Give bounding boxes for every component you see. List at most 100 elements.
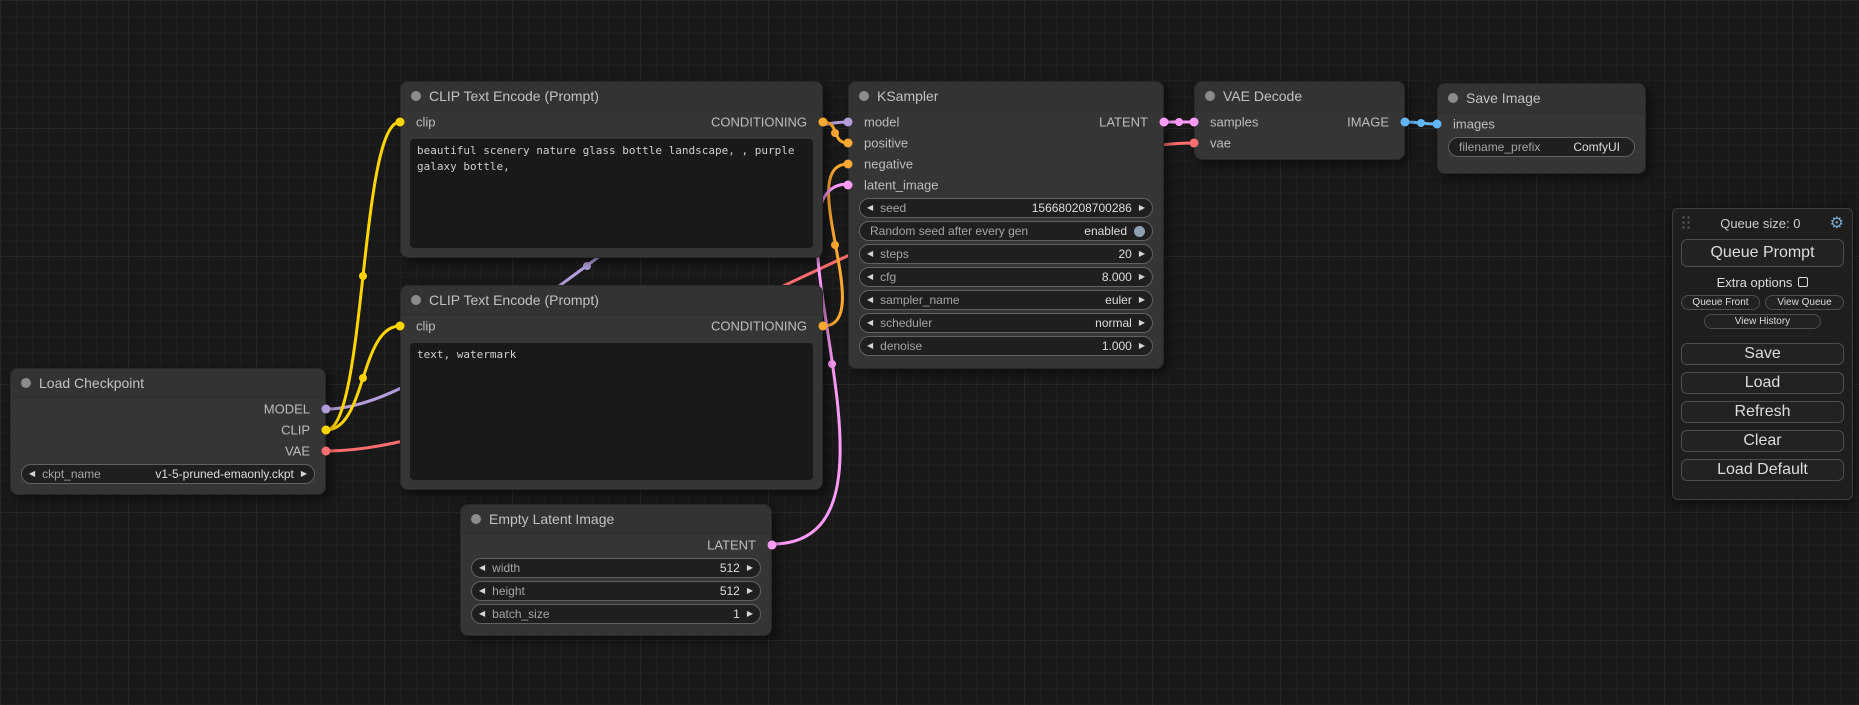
decrement-arrow-icon[interactable]: ◀ [867, 342, 873, 350]
view-history-button[interactable]: View History [1704, 314, 1821, 329]
positive-input-port[interactable] [844, 138, 853, 147]
input-label: clip [416, 114, 436, 129]
increment-arrow-icon[interactable]: ▶ [1139, 204, 1145, 212]
widget-name: width [492, 561, 520, 575]
vae-input-port[interactable] [1190, 138, 1199, 147]
decrement-arrow-icon[interactable]: ◀ [29, 470, 35, 478]
negative-prompt-textarea[interactable]: text, watermark [410, 343, 813, 480]
decrement-arrow-icon[interactable]: ◀ [479, 564, 485, 572]
widget-scheduler[interactable]: ◀ scheduler normal ▶ [859, 313, 1153, 333]
decrement-arrow-icon[interactable]: ◀ [479, 610, 485, 618]
node-clip-text-encode-positive[interactable]: CLIP Text Encode (Prompt) clip CONDITION… [400, 81, 823, 258]
widget-width[interactable]: ◀ width 512 ▶ [471, 558, 761, 578]
input-label: model [864, 114, 899, 129]
node-title-bar[interactable]: CLIP Text Encode (Prompt) [401, 286, 822, 315]
widget-name: scheduler [880, 316, 932, 330]
queue-prompt-button[interactable]: Queue Prompt [1681, 239, 1844, 267]
node-graph-canvas[interactable]: Load Checkpoint MODEL CLIP VAE ◀ ckpt_na… [0, 0, 1859, 705]
increment-arrow-icon[interactable]: ▶ [747, 587, 753, 595]
node-title-bar[interactable]: CLIP Text Encode (Prompt) [401, 82, 822, 111]
latent-image-input-port[interactable] [844, 180, 853, 189]
node-clip-text-encode-negative[interactable]: CLIP Text Encode (Prompt) clip CONDITION… [400, 285, 823, 490]
collapse-dot[interactable] [21, 378, 31, 388]
increment-arrow-icon[interactable]: ▶ [301, 470, 307, 478]
collapse-dot[interactable] [471, 514, 481, 524]
drag-handle-icon[interactable] [1681, 215, 1691, 231]
clear-button[interactable]: Clear [1681, 430, 1844, 452]
decrement-arrow-icon[interactable]: ◀ [867, 273, 873, 281]
collapse-dot[interactable] [411, 295, 421, 305]
collapse-dot[interactable] [859, 91, 869, 101]
increment-arrow-icon[interactable]: ▶ [1139, 319, 1145, 327]
settings-gear-icon[interactable]: ⚙ [1830, 213, 1844, 233]
decrement-arrow-icon[interactable]: ◀ [867, 319, 873, 327]
widget-ckpt-name[interactable]: ◀ ckpt_name v1-5-pruned-emaonly.ckpt ▶ [21, 464, 315, 484]
widget-value: 1.000 [1102, 339, 1132, 353]
latent-output-port[interactable] [1160, 117, 1169, 126]
node-empty-latent-image[interactable]: Empty Latent Image LATENT ◀ width 512 ▶ … [460, 504, 772, 636]
widget-control-after-generate[interactable]: Random seed after every gen enabled [859, 221, 1153, 241]
widget-cfg[interactable]: ◀ cfg 8.000 ▶ [859, 267, 1153, 287]
samples-input-port[interactable] [1190, 117, 1199, 126]
output-label: CLIP [281, 422, 310, 437]
clip-input-port[interactable] [396, 321, 405, 330]
link-midpoint-dot [831, 129, 839, 137]
conditioning-output-port[interactable] [819, 117, 828, 126]
images-input-port[interactable] [1433, 119, 1442, 128]
increment-arrow-icon[interactable]: ▶ [1139, 250, 1145, 258]
widget-seed[interactable]: ◀ seed 156680208700286 ▶ [859, 198, 1153, 218]
decrement-arrow-icon[interactable]: ◀ [867, 296, 873, 304]
queue-front-button[interactable]: Queue Front [1681, 295, 1760, 310]
output-row: VAE [11, 440, 325, 461]
node-save-image[interactable]: Save Image images filename_prefix ComfyU… [1437, 83, 1646, 174]
latent-output-port[interactable] [768, 540, 777, 549]
image-output-port[interactable] [1401, 117, 1410, 126]
decrement-arrow-icon[interactable]: ◀ [867, 250, 873, 258]
decrement-arrow-icon[interactable]: ◀ [867, 204, 873, 212]
node-vae-decode[interactable]: VAE Decode samples IMAGE vae [1194, 81, 1405, 160]
widget-value: 512 [720, 561, 740, 575]
negative-input-port[interactable] [844, 159, 853, 168]
extra-options-checkbox[interactable] [1798, 277, 1808, 287]
collapse-dot[interactable] [411, 91, 421, 101]
load-button[interactable]: Load [1681, 372, 1844, 394]
save-button[interactable]: Save [1681, 343, 1844, 365]
widget-height[interactable]: ◀ height 512 ▶ [471, 581, 761, 601]
widget-sampler-name[interactable]: ◀ sampler_name euler ▶ [859, 290, 1153, 310]
increment-arrow-icon[interactable]: ▶ [1139, 273, 1145, 281]
node-title-bar[interactable]: Save Image [1438, 84, 1645, 113]
node-title-bar[interactable]: Empty Latent Image [461, 505, 771, 534]
slot-row: model LATENT [849, 111, 1163, 132]
collapse-dot[interactable] [1205, 91, 1215, 101]
node-title-bar[interactable]: KSampler [849, 82, 1163, 111]
increment-arrow-icon[interactable]: ▶ [747, 564, 753, 572]
load-default-button[interactable]: Load Default [1681, 459, 1844, 481]
widget-denoise[interactable]: ◀ denoise 1.000 ▶ [859, 336, 1153, 356]
increment-arrow-icon[interactable]: ▶ [1139, 296, 1145, 304]
view-queue-button[interactable]: View Queue [1765, 295, 1844, 310]
node-ksampler[interactable]: KSampler model LATENT positive negative … [848, 81, 1164, 369]
clip-output-port[interactable] [322, 425, 331, 434]
widget-batch-size[interactable]: ◀ batch_size 1 ▶ [471, 604, 761, 624]
widget-steps[interactable]: ◀ steps 20 ▶ [859, 244, 1153, 264]
output-label: CONDITIONING [711, 114, 807, 129]
model-input-port[interactable] [844, 117, 853, 126]
increment-arrow-icon[interactable]: ▶ [747, 610, 753, 618]
toggle-dot[interactable] [1134, 226, 1145, 237]
positive-prompt-textarea[interactable]: beautiful scenery nature glass bottle la… [410, 139, 813, 248]
decrement-arrow-icon[interactable]: ◀ [479, 587, 485, 595]
conditioning-output-port[interactable] [819, 321, 828, 330]
refresh-button[interactable]: Refresh [1681, 401, 1844, 423]
node-load-checkpoint[interactable]: Load Checkpoint MODEL CLIP VAE ◀ ckpt_na… [10, 368, 326, 495]
output-row: MODEL [11, 398, 325, 419]
increment-arrow-icon[interactable]: ▶ [1139, 342, 1145, 350]
vae-output-port[interactable] [322, 446, 331, 455]
widget-filename-prefix[interactable]: filename_prefix ComfyUI [1448, 137, 1635, 157]
node-title-bar[interactable]: Load Checkpoint [11, 369, 325, 398]
clip-input-port[interactable] [396, 117, 405, 126]
node-title-bar[interactable]: VAE Decode [1195, 82, 1404, 111]
link-midpoint-dot [1175, 118, 1183, 126]
model-output-port[interactable] [322, 404, 331, 413]
link-midpoint-dot [583, 262, 591, 270]
collapse-dot[interactable] [1448, 93, 1458, 103]
